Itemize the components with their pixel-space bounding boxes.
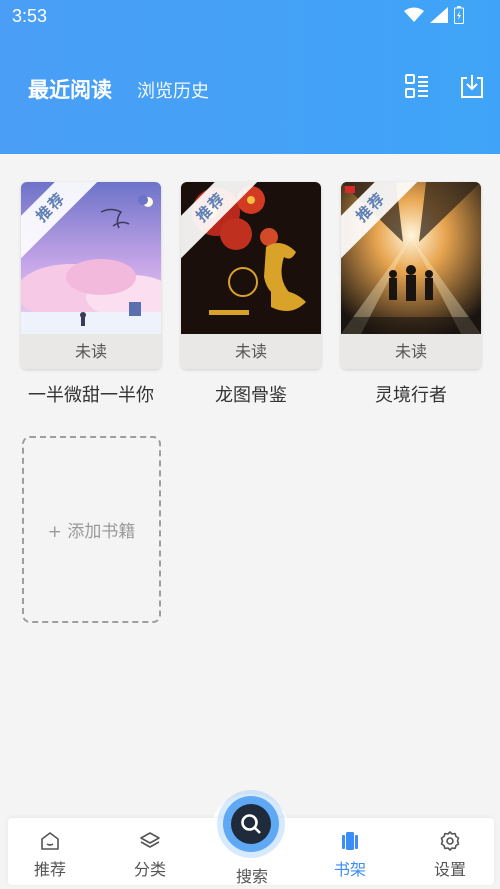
- book-cover[interactable]: 推荐 未读: [181, 182, 321, 369]
- import-button[interactable]: [458, 72, 486, 100]
- tab-browse-history[interactable]: 浏览历史: [137, 77, 209, 103]
- list-view-icon: [405, 74, 428, 98]
- book-cover[interactable]: 推荐 未读: [21, 182, 161, 369]
- read-status: 未读: [181, 334, 321, 369]
- bookshelf-icon: [342, 832, 358, 850]
- book-item[interactable]: 推荐 未读 龙图骨鉴: [181, 182, 321, 407]
- tab-recent-reading[interactable]: 最近阅读: [28, 74, 112, 104]
- book-title[interactable]: 一半微甜一半你: [21, 381, 161, 407]
- status-icons: [404, 6, 464, 24]
- app-header: 3:53 最近阅读 浏览历史: [0, 0, 500, 154]
- nav-item-settings[interactable]: 设置: [420, 830, 480, 880]
- read-status: 未读: [21, 334, 161, 369]
- add-book-label: + 添加书籍: [47, 522, 136, 542]
- add-book-button[interactable]: + 添加书籍: [22, 436, 161, 623]
- book-cover[interactable]: 推荐 未读: [341, 182, 481, 369]
- nav-item-search[interactable]: [223, 796, 279, 852]
- book-title[interactable]: 灵境行者: [341, 381, 481, 407]
- book-title[interactable]: 龙图骨鉴: [181, 381, 321, 407]
- read-status: 未读: [341, 334, 481, 369]
- list-view-button[interactable]: [403, 72, 431, 100]
- nav-item-recommend[interactable]: 推荐: [20, 830, 80, 880]
- search-button-circle: [231, 804, 271, 844]
- nav-label: 书架: [333, 860, 366, 879]
- layers-icon: [140, 832, 160, 848]
- bookshelf: 推荐 未读 一半微甜一半你 推荐 未读 龙图骨鉴 推荐 未读 灵境行者 + 添加…: [0, 154, 500, 786]
- nav-label: 分类: [133, 860, 166, 879]
- import-icon: [461, 75, 483, 98]
- book-item[interactable]: 推荐 未读 一半微甜一半你: [21, 182, 161, 407]
- battery-icon: [454, 6, 464, 24]
- nav-label: 推荐: [33, 860, 66, 879]
- search-icon: [241, 814, 261, 834]
- wifi-icon: [404, 7, 424, 22]
- book-item[interactable]: 推荐 未读 灵境行者: [341, 182, 481, 407]
- bottom-navigation: 推荐 分类 搜索 书架 设置: [0, 786, 500, 889]
- home-icon: [41, 832, 59, 850]
- status-time: 3:53: [12, 6, 48, 26]
- nav-label: 搜索: [235, 867, 268, 886]
- gear-icon: [440, 831, 460, 851]
- nav-item-bookshelf[interactable]: 书架: [320, 830, 380, 880]
- signal-icon: [430, 7, 448, 23]
- nav-label: 设置: [433, 860, 466, 879]
- nav-item-category[interactable]: 分类: [120, 830, 180, 880]
